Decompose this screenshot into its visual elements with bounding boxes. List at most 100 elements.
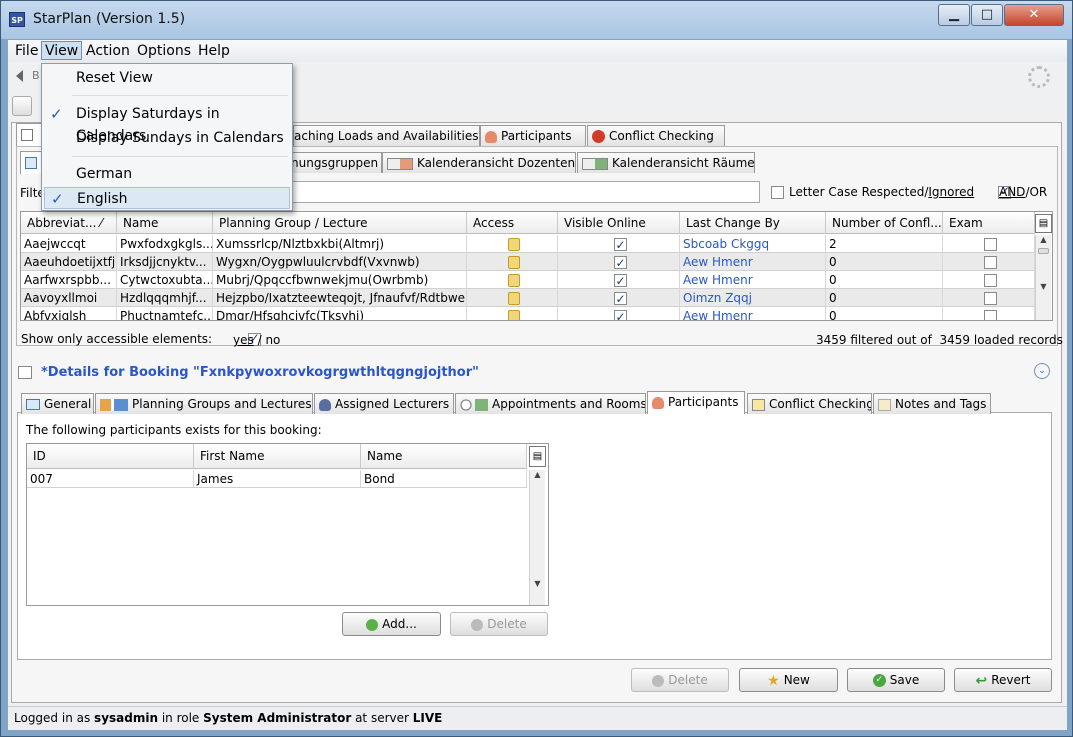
table-scrollbar[interactable]: ▲ ▼ [1035, 235, 1051, 320]
add-participant-button[interactable]: Add... [342, 612, 441, 636]
col-last-change-by[interactable]: Last Change By [680, 212, 826, 234]
bookings-rows: Aaejwccqt Pwxfodxgkgls... Xumssrlcp/Nlztbx… [21, 235, 1035, 320]
tab-conflict-checking-details[interactable]: Conflict Checking [747, 393, 872, 414]
menu-item-german[interactable]: German [44, 163, 290, 185]
back-arrow-icon[interactable] [16, 70, 23, 82]
table-row[interactable]: Aaejwccqt Pwxfodxgkgls... Xumssrlcp/Nlztbx… [21, 235, 1035, 253]
col-exam[interactable]: Exam [943, 212, 1035, 234]
access-cell [467, 253, 558, 271]
scroll-thumb[interactable] [1038, 248, 1049, 254]
cell-changed_by[interactable]: Sbcoab Ckggq [680, 235, 826, 253]
exam-cell [943, 307, 1035, 320]
person-icon [652, 396, 664, 409]
menu-item-reset-view[interactable]: Reset View [44, 67, 290, 89]
participants-scrollbar[interactable]: ▲ ▼ [529, 470, 545, 605]
new-label: New [783, 673, 810, 687]
table-row[interactable]: Aavoyxllmoi Hzdlqqqmhjf... Hejzpbo/Ixatzte… [21, 289, 1035, 307]
tab-appointments[interactable]: Appointments and Rooms [455, 393, 646, 414]
letter-case-ignored-text[interactable]: Ignored [928, 185, 974, 199]
col-id[interactable]: ID [27, 444, 194, 469]
cell-changed_by[interactable]: Oimzn Zqqj [680, 289, 826, 307]
cell-changed_by[interactable]: Aew Hmenr [680, 253, 826, 271]
tab-calendar-lecturers[interactable]: Kalenderansicht Dozenten [382, 152, 576, 173]
menu-action[interactable]: Action [83, 42, 133, 61]
exam-checkbox[interactable] [983, 310, 997, 320]
delete-participant-button[interactable]: Delete [450, 612, 548, 636]
tab-participants-details[interactable]: Participants [647, 391, 745, 414]
accessible-no[interactable]: no [265, 333, 280, 347]
cell-name: Hzdlqqqmhjf... [117, 289, 213, 307]
menu-separator [72, 95, 288, 96]
close-window-button[interactable]: ✕ [1004, 4, 1064, 26]
minimize-button[interactable]: ▁ [938, 4, 970, 26]
col-first-name[interactable]: First Name [194, 444, 361, 469]
table-row[interactable]: Aarfwxrspbb... Cytwctoxubta... Mubrj/Qpqcc… [21, 271, 1035, 289]
save-button[interactable]: ✓ Save [847, 668, 945, 692]
access-cell [467, 289, 558, 307]
cell-changed_by[interactable]: Aew Hmenr [680, 271, 826, 289]
delete-booking-button[interactable]: Delete [631, 668, 729, 692]
tab-conflict-checking[interactable]: Conflict Checking [587, 125, 725, 146]
title-bar[interactable]: SP StarPlan (Version 1.5) ▁ □ ✕ [1, 1, 1072, 39]
lock-icon [507, 274, 520, 287]
person-icon [485, 130, 497, 143]
table-row[interactable]: Aaeuhdoetijxtfj Irksdjjcnyktv... Wygxn/Oyg… [21, 253, 1035, 271]
exam-checkbox[interactable] [983, 238, 997, 251]
exam-checkbox[interactable] [983, 256, 997, 269]
participant-id[interactable]: 007 [27, 470, 194, 488]
lecturer-icon [319, 398, 331, 411]
menu-options[interactable]: Options [134, 42, 194, 61]
visible-online-checkbox[interactable] [613, 272, 627, 288]
and-text[interactable]: AND [999, 185, 1025, 199]
letter-case-checkbox[interactable] [771, 186, 784, 199]
participant-first-name[interactable]: James [194, 470, 361, 488]
cell-changed_by[interactable]: Aew Hmenr [680, 307, 826, 320]
accessible-yes[interactable]: yes [233, 333, 254, 347]
col-visible-online[interactable]: Visible Online [558, 212, 680, 234]
menu-item-display-sundays[interactable]: Display Sundays in Calendars [44, 127, 290, 149]
tab-notes-tags[interactable]: Notes and Tags [873, 393, 991, 414]
new-booking-button[interactable]: ★ New [739, 668, 838, 692]
maximize-button[interactable]: □ [971, 4, 1003, 26]
participant-last-name[interactable]: Bond [361, 470, 527, 488]
visible-online-cell [558, 307, 680, 320]
exam-checkbox[interactable] [983, 292, 997, 305]
form-icon [26, 399, 40, 410]
col-access[interactable]: Access [467, 212, 558, 234]
cell-abbr: Aaejwccqt [21, 235, 117, 253]
menu-item-english[interactable]: ✓ English [44, 187, 290, 209]
col-name[interactable]: Name [117, 212, 213, 234]
table-row[interactable]: Abfvxiqlsh Phuctnamtefc... Dmgr/Hfsghcivfc… [21, 307, 1035, 320]
col-number-conflicts[interactable]: Number of Confl... [826, 212, 943, 234]
tab-bookings[interactable] [16, 123, 44, 146]
visible-online-checkbox[interactable] [613, 308, 627, 320]
status-prefix: Logged in as [14, 711, 95, 725]
col-abbreviation[interactable]: Abbreviat... ⁄ [21, 212, 117, 234]
menu-view[interactable]: View [41, 41, 83, 60]
revert-button[interactable]: ↩ Revert [954, 668, 1052, 692]
tab-general[interactable]: General [21, 393, 94, 414]
tab-assigned-lecturers[interactable]: Assigned Lecturers [314, 393, 454, 414]
visible-online-checkbox[interactable] [613, 236, 627, 252]
menu-help[interactable]: Help [195, 42, 233, 61]
participants-column-chooser-icon[interactable]: ▤ [529, 446, 546, 467]
status-user: sysadmin [94, 711, 159, 725]
add-icon [366, 618, 379, 631]
col-planning-group[interactable]: Planning Group / Lecture [213, 212, 467, 234]
visible-online-checkbox[interactable] [613, 290, 627, 306]
tab-participants[interactable]: Participants [480, 125, 586, 146]
database-icon[interactable] [12, 96, 32, 116]
menu-item-display-saturdays[interactable]: ✓ Display Saturdays in Calendars [44, 103, 290, 144]
window-title: StarPlan (Version 1.5) [33, 11, 186, 27]
column-chooser-icon[interactable]: ▤ [1035, 214, 1052, 233]
tab-planning-groups-label: Planning Groups and Lectures [132, 397, 312, 411]
collapse-icon[interactable]: ⌄ [1034, 363, 1050, 379]
visible-online-checkbox[interactable] [613, 254, 627, 270]
tab-planning-groups[interactable]: Planning Groups and Lectures [95, 393, 313, 414]
tab-planning-groups-cal[interactable]: nungsgruppen [290, 152, 382, 173]
exam-checkbox[interactable] [983, 274, 997, 287]
tab-teaching-loads[interactable]: aching Loads and Availabilities [293, 125, 480, 146]
col-last-name[interactable]: Name [361, 444, 527, 469]
menu-file[interactable]: File [12, 42, 41, 61]
tab-calendar-rooms[interactable]: Kalenderansicht Räume [577, 152, 755, 173]
